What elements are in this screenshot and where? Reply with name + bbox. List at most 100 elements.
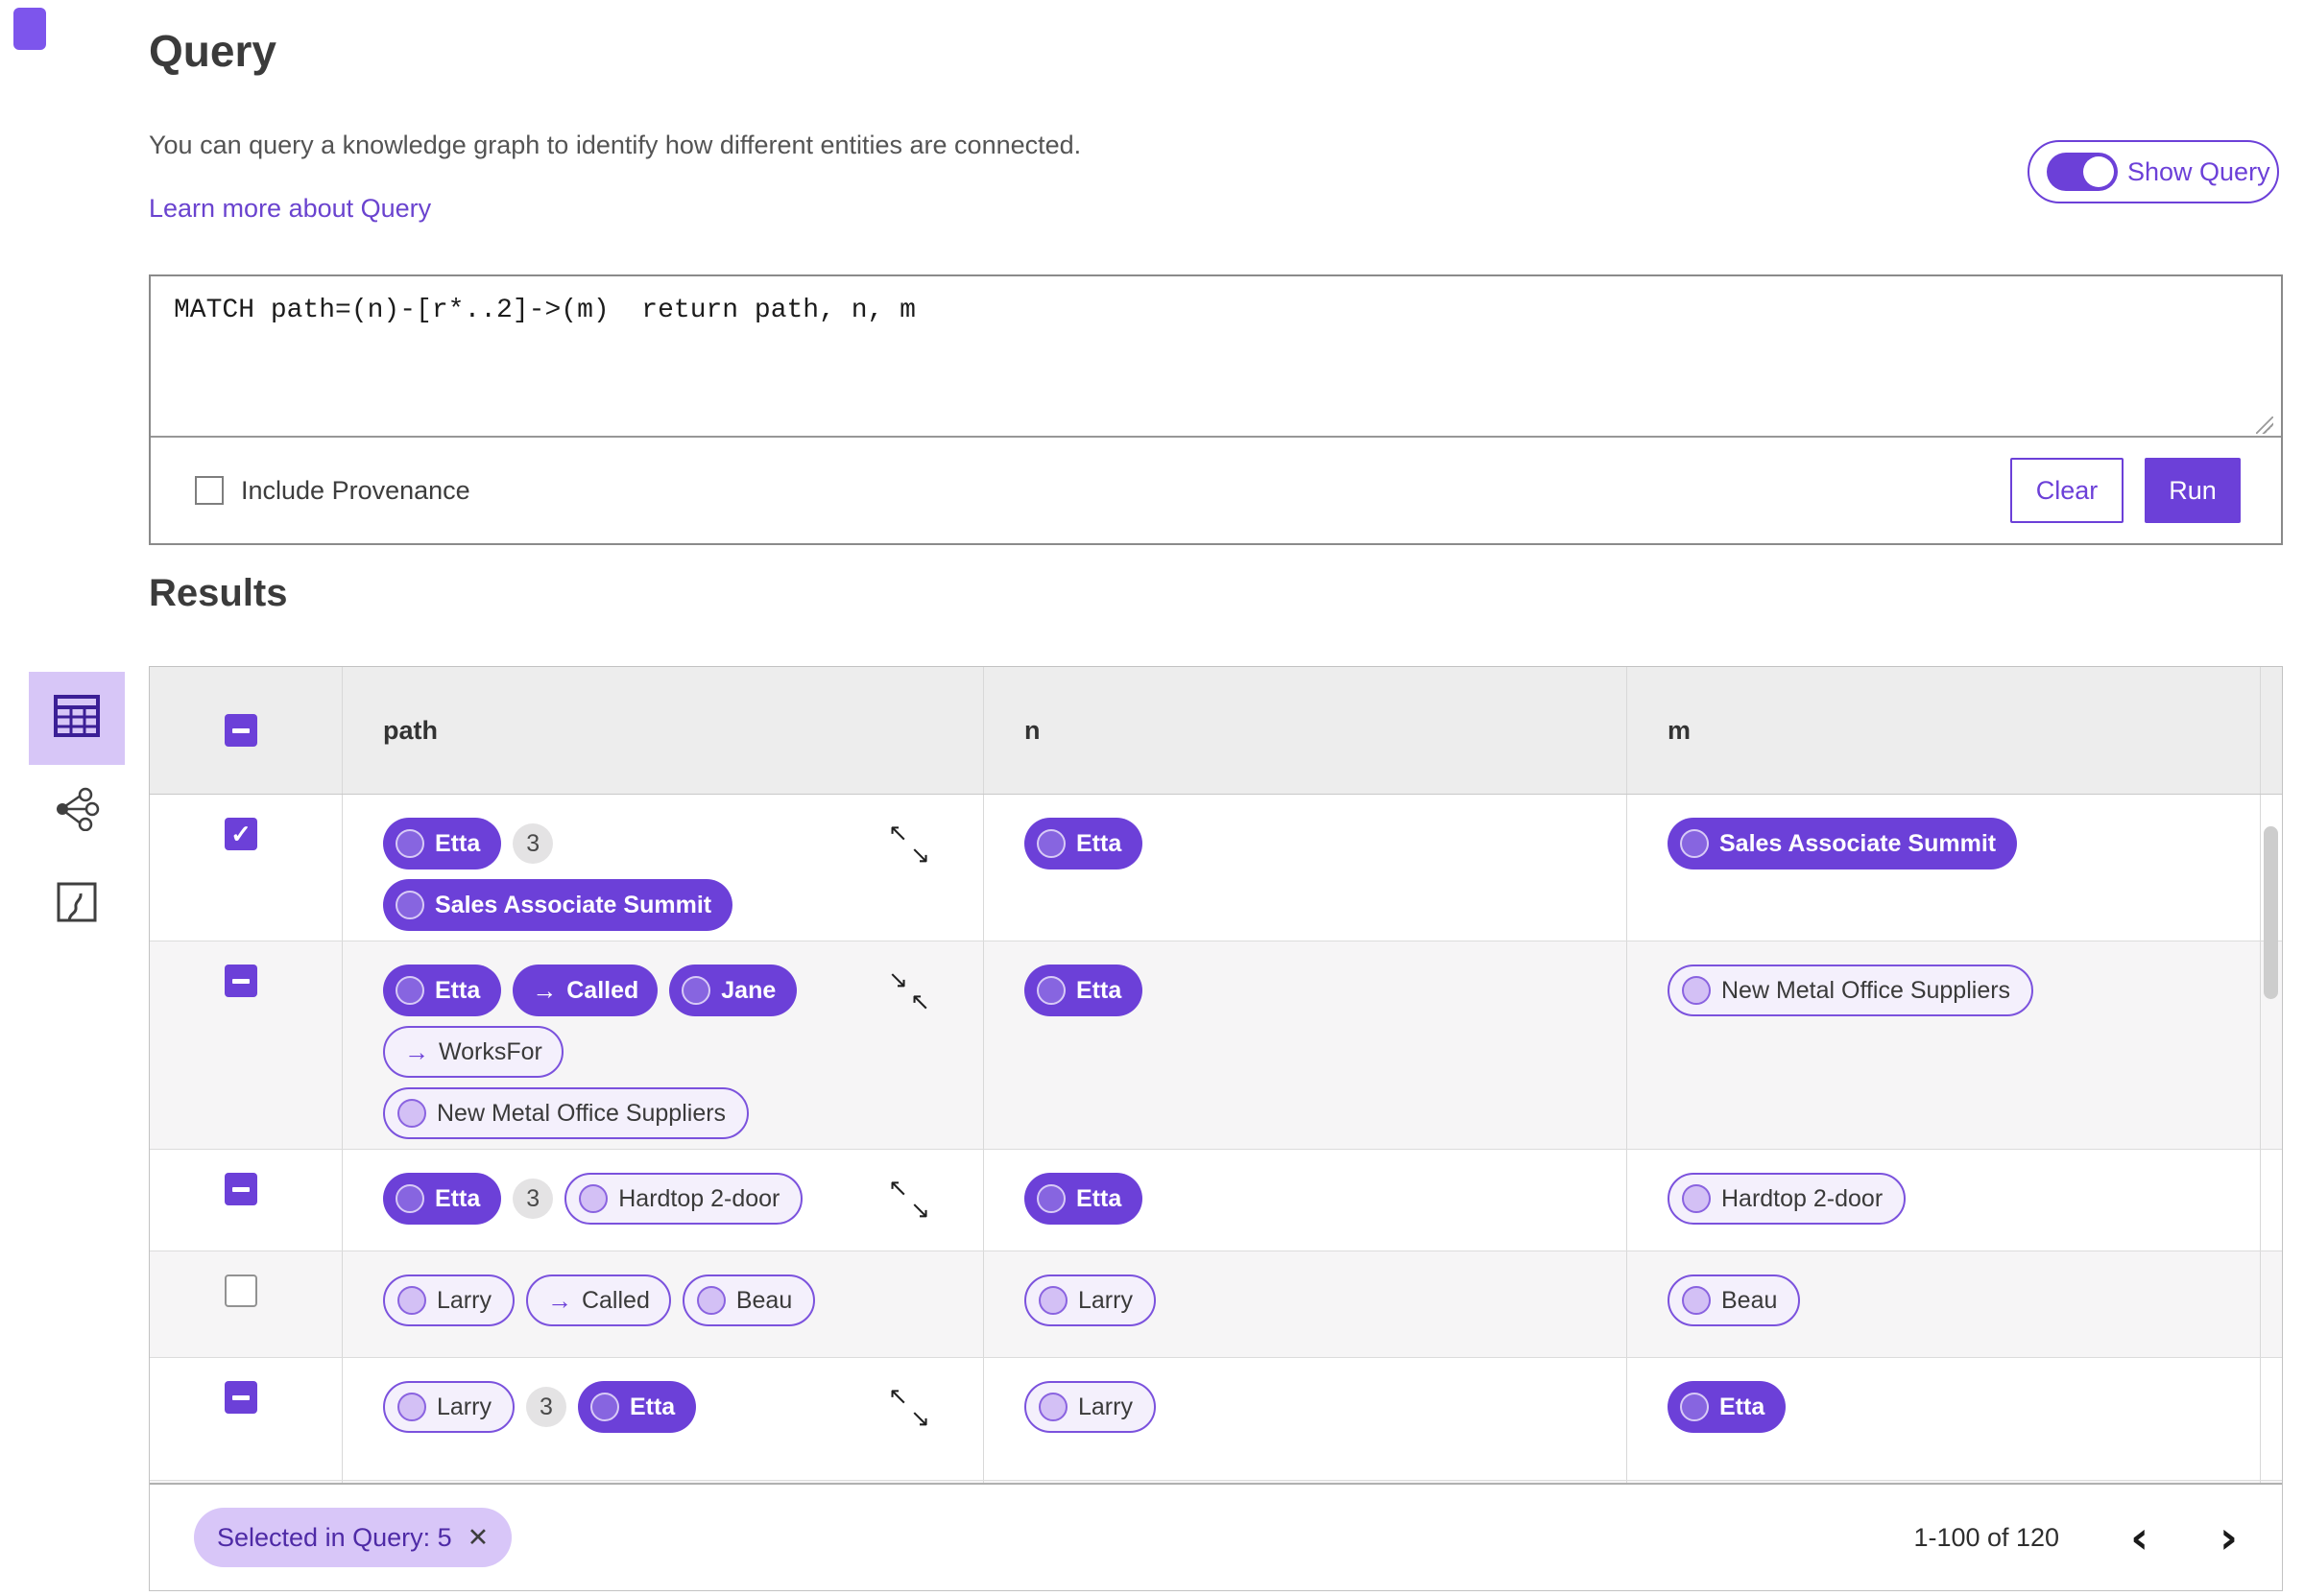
table-header-row: path n m xyxy=(150,667,2282,795)
column-header-n[interactable]: n xyxy=(983,667,1626,794)
learn-more-link[interactable]: Learn more about Query xyxy=(149,194,431,224)
node-pill[interactable]: Hardtop 2-door xyxy=(564,1173,804,1225)
collapse-row-icon[interactable]: ↘ ↖ xyxy=(888,968,930,1014)
clear-button[interactable]: Clear xyxy=(2010,458,2124,523)
show-query-toggle[interactable]: Show Query xyxy=(2028,140,2279,203)
pill-label: New Metal Office Suppliers xyxy=(1721,976,2011,1004)
node-pill[interactable]: Etta xyxy=(383,818,502,869)
select-all-checkbox[interactable] xyxy=(225,714,257,747)
close-icon[interactable]: ✕ xyxy=(468,1523,490,1553)
table-row[interactable]: Etta → Called Jane → WorksFor New Metal Office… xyxy=(150,941,2282,1150)
node-circle-icon xyxy=(682,976,711,1005)
pill-label: Etta xyxy=(435,1184,481,1212)
column-header-m[interactable]: m xyxy=(1626,667,2260,794)
pill-label: Hardtop 2-door xyxy=(1721,1184,1884,1212)
row-checkbox[interactable] xyxy=(225,1274,257,1307)
edge-pill[interactable]: → WorksFor xyxy=(383,1026,564,1078)
node-pill[interactable]: Jane xyxy=(669,965,798,1016)
expand-row-icon[interactable]: ↖ ↘ xyxy=(888,1385,930,1431)
node-pill[interactable]: New Metal Office Suppliers xyxy=(383,1087,750,1139)
node-pill[interactable]: Larry xyxy=(383,1381,515,1433)
check-mark-icon: ✓ xyxy=(230,820,252,848)
node-pill[interactable]: Larry xyxy=(1024,1381,1156,1433)
node-circle-icon xyxy=(397,1286,426,1315)
checkbox-cell xyxy=(150,941,342,1149)
pill-line: Etta 3 xyxy=(383,818,554,869)
pill-label: Larry xyxy=(1078,1393,1133,1420)
run-button[interactable]: Run xyxy=(2145,458,2241,523)
node-pill[interactable]: Beau xyxy=(682,1274,816,1326)
node-pill[interactable]: Sales Associate Summit xyxy=(1668,818,2018,869)
node-pill[interactable]: Sales Associate Summit xyxy=(383,879,733,931)
selected-in-query-chip[interactable]: Selected in Query: 5 ✕ xyxy=(194,1508,513,1567)
path-cell: Etta 3 Sales Associate Summit ↖ ↘ xyxy=(342,795,983,941)
row-checkbox[interactable] xyxy=(225,965,257,997)
pill-label: Larry xyxy=(1078,1286,1133,1314)
graph-view-button[interactable] xyxy=(29,765,125,858)
node-pill[interactable]: Etta xyxy=(383,1173,502,1225)
row-checkbox[interactable] xyxy=(225,1173,257,1205)
node-pill[interactable]: Larry xyxy=(383,1274,515,1326)
indeterminate-mark-icon xyxy=(232,978,250,984)
node-circle-icon xyxy=(1680,1393,1709,1421)
row-checkbox[interactable]: ✓ xyxy=(225,818,257,850)
table-footer: Selected in Query: 5 ✕ 1-100 of 120 ‹ › xyxy=(150,1483,2282,1590)
pill-line: Etta xyxy=(1668,1381,1787,1433)
pill-label: Sales Associate Summit xyxy=(435,891,712,918)
node-pill[interactable]: New Metal Office Suppliers xyxy=(1668,965,2034,1016)
table-view-button[interactable] xyxy=(29,672,125,765)
map-view-button[interactable] xyxy=(29,858,125,951)
table-scrollbar-thumb[interactable] xyxy=(2264,826,2278,999)
node-pill[interactable]: Etta xyxy=(1668,1381,1787,1433)
pill-line: Etta → Called Jane xyxy=(383,965,798,1016)
path-cell: Larry 3 Etta ↖ ↘ xyxy=(342,1358,983,1480)
pagination: 1-100 of 120 ‹ › xyxy=(1913,1515,2238,1560)
resize-handle-icon[interactable] xyxy=(2256,417,2273,434)
node-pill[interactable]: Etta xyxy=(577,1381,697,1433)
query-input[interactable]: MATCH path=(n)-[r*..2]->(m) return path,… xyxy=(151,276,2281,438)
toggle-switch-icon[interactable] xyxy=(2047,153,2118,191)
pill-label: Beau xyxy=(735,1286,793,1314)
pill-line: Beau xyxy=(1668,1274,1801,1326)
pill-label: Larry xyxy=(437,1393,492,1420)
path-cell: Larry3Sales Associate Summit xyxy=(342,1481,983,1483)
m-cell: Hardtop 2-door xyxy=(1626,1150,2260,1251)
table-row[interactable]: Etta 3 Hardtop 2-door ↖ ↘ Etta Hardtop 2-door xyxy=(150,1150,2282,1251)
table-row[interactable]: Larry → Called Beau Larry Beau xyxy=(150,1251,2282,1358)
node-pill[interactable]: Larry xyxy=(1024,1274,1156,1326)
node-pill[interactable]: Hardtop 2-door xyxy=(1668,1173,1907,1225)
graph-icon xyxy=(54,787,100,836)
header-gutter-cell xyxy=(2260,667,2282,794)
node-circle-icon xyxy=(396,976,424,1005)
node-pill[interactable]: Etta xyxy=(1024,818,1143,869)
n-cell: Larry xyxy=(983,1358,1626,1480)
expand-row-icon[interactable]: ↖ ↘ xyxy=(888,822,930,868)
edge-pill[interactable]: → Called xyxy=(513,965,659,1016)
pill-line: Etta xyxy=(1024,1173,1143,1225)
indeterminate-mark-icon xyxy=(232,1394,250,1400)
expand-row-icon[interactable]: ↖ ↘ xyxy=(888,1177,930,1223)
edge-pill[interactable]: → Called xyxy=(525,1274,671,1326)
column-header-path[interactable]: path xyxy=(342,667,983,794)
pill-line: Larry xyxy=(1024,1274,1156,1326)
pill-label: New Metal Office Suppliers xyxy=(437,1099,727,1127)
table-row[interactable]: Larry3Sales Associate SummitLarrySales A… xyxy=(150,1481,2282,1483)
node-circle-icon xyxy=(397,1099,426,1128)
chevron-right-icon[interactable]: › xyxy=(2220,1515,2238,1560)
node-pill[interactable]: Etta xyxy=(1024,1173,1143,1225)
pill-label: Larry xyxy=(437,1286,492,1314)
node-pill[interactable]: Etta xyxy=(1024,965,1143,1016)
chevron-left-icon[interactable]: ‹ xyxy=(2130,1515,2148,1560)
table-row[interactable]: ✓ Etta 3 Sales Associate Summit ↖ ↘ Etta Sales … xyxy=(150,795,2282,941)
m-cell: Sales Associate Summit xyxy=(1626,795,2260,941)
count-badge: 3 xyxy=(513,823,554,864)
pill-line: Larry 3 Etta xyxy=(383,1381,697,1433)
query-page: Query You can query a knowledge graph to… xyxy=(0,0,2304,1596)
table-row[interactable]: Larry 3 Etta ↖ ↘ Larry Etta xyxy=(150,1358,2282,1481)
node-pill[interactable]: Etta xyxy=(383,965,502,1016)
pill-label: WorksFor xyxy=(439,1037,542,1065)
include-provenance-checkbox[interactable] xyxy=(195,476,224,505)
row-checkbox[interactable] xyxy=(225,1381,257,1414)
node-pill[interactable]: Beau xyxy=(1668,1274,1801,1326)
pill-label: Jane xyxy=(721,976,777,1004)
